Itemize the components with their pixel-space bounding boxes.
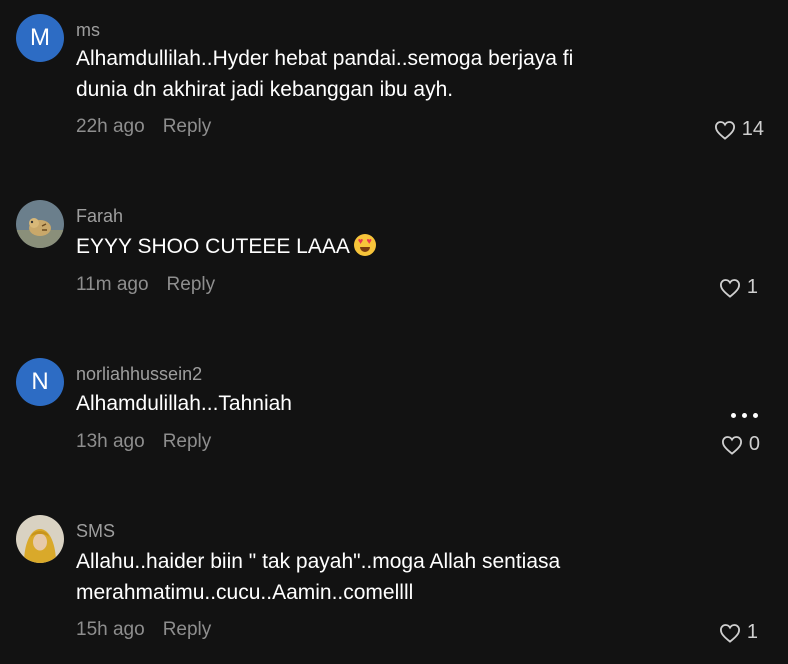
reply-button[interactable]: Reply — [167, 274, 216, 296]
comment-timestamp: 11m ago — [76, 274, 149, 295]
like-button[interactable]: 1 — [719, 276, 758, 299]
comment-text-line: Alhamdulillah...Tahniah — [76, 392, 292, 415]
heart-icon — [719, 278, 740, 298]
reply-button[interactable]: Reply — [163, 619, 212, 641]
comment-timestamp: 13h ago — [76, 431, 145, 452]
tiger-photo-avatar[interactable] — [16, 200, 64, 248]
heart-icon — [719, 623, 740, 643]
comment-text: Allahu..haider biin " tak payah"..moga A… — [76, 546, 676, 608]
like-count: 1 — [746, 621, 758, 643]
comment-text: EYYY SHOO CUTEEE LAAA — [76, 231, 676, 262]
like-button[interactable]: 1 — [719, 621, 758, 644]
comment-text: Alhamdullilah..Hyder hebat pandai..semog… — [76, 43, 676, 105]
comment-timestamp: 22h ago — [76, 116, 145, 137]
heart-eyes-emoji-icon — [353, 234, 376, 256]
heart-icon — [721, 435, 742, 455]
comment-meta: 11m ago Reply — [76, 274, 215, 296]
avatar[interactable]: N — [16, 358, 64, 406]
like-count: 0 — [748, 433, 760, 455]
like-count: 1 — [746, 276, 758, 298]
comment-text-line: dunia dn akhirat jadi kebanggan ibu ayh. — [76, 78, 454, 101]
like-count: 14 — [741, 118, 764, 140]
comment-meta: 15h ago Reply — [76, 619, 211, 641]
avatar-letter: N — [31, 368, 49, 395]
comment-username[interactable]: norliahhussein2 — [76, 364, 202, 385]
comment-text-line: EYYY SHOO CUTEEE LAAA — [76, 235, 350, 258]
avatar[interactable]: M — [16, 14, 64, 62]
comment-username[interactable]: SMS — [76, 521, 115, 542]
comment-timestamp: 15h ago — [76, 619, 145, 640]
comment-text-line: merahmatimu..cucu..Aamin..comellll — [76, 581, 414, 604]
avatar-image — [16, 200, 64, 248]
reply-button[interactable]: Reply — [163, 431, 212, 453]
comment-username[interactable]: ms — [76, 20, 100, 41]
comment-text-line: Alhamdullilah..Hyder hebat pandai..semog… — [76, 47, 574, 70]
comment-meta: 13h ago Reply — [76, 431, 211, 453]
avatar-letter: M — [30, 24, 50, 51]
comment-username[interactable]: Farah — [76, 206, 123, 227]
woman-photo-avatar[interactable] — [16, 515, 64, 563]
reply-button[interactable]: Reply — [163, 116, 212, 138]
comment-meta: 22h ago Reply — [76, 116, 211, 138]
avatar-image — [16, 515, 64, 563]
more-options-icon[interactable] — [731, 413, 758, 418]
comment-text: Alhamdulillah...Tahniah — [76, 388, 676, 419]
comment-text-line: Allahu..haider biin " tak payah"..moga A… — [76, 550, 561, 573]
like-button[interactable]: 0 — [721, 433, 760, 456]
like-button[interactable]: 14 — [714, 118, 764, 141]
heart-icon — [714, 120, 735, 140]
